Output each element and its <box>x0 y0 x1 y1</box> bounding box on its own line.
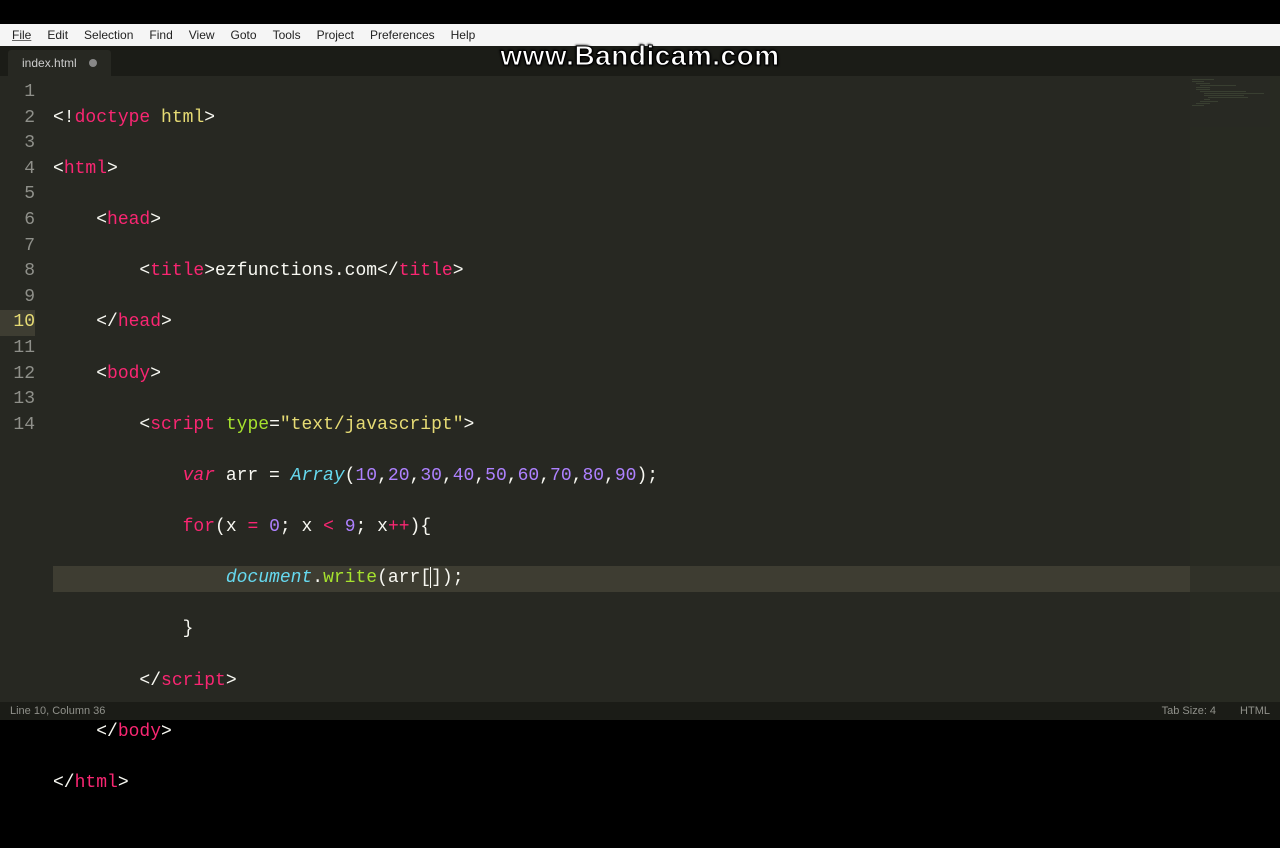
line-number: 4 <box>0 157 35 183</box>
menu-bar: File Edit Selection Find View Goto Tools… <box>0 24 1280 46</box>
menu-help[interactable]: Help <box>443 26 484 44</box>
tab-label: index.html <box>22 56 77 70</box>
minimap[interactable] <box>1190 76 1280 702</box>
menu-preferences[interactable]: Preferences <box>362 26 443 44</box>
line-number: 2 <box>0 106 35 132</box>
line-number: 8 <box>0 259 35 285</box>
line-number: 3 <box>0 131 35 157</box>
menu-view[interactable]: View <box>181 26 223 44</box>
editor-area: 1 2 3 4 5 6 7 8 9 10 11 12 13 14 <!docty… <box>0 76 1280 702</box>
menu-edit[interactable]: Edit <box>39 26 76 44</box>
menu-selection[interactable]: Selection <box>76 26 141 44</box>
tab-bar: index.html <box>0 46 1280 76</box>
tab-index-html[interactable]: index.html <box>8 50 111 76</box>
status-language[interactable]: HTML <box>1240 705 1270 717</box>
line-number: 12 <box>0 362 35 388</box>
line-number: 5 <box>0 182 35 208</box>
line-number: 1 <box>0 80 35 106</box>
line-number: 11 <box>0 336 35 362</box>
line-number: 7 <box>0 234 35 260</box>
code-area[interactable]: <!doctype html> <html> <head> <title>ezf… <box>45 76 1280 702</box>
line-number: 10 <box>0 310 35 336</box>
line-number: 9 <box>0 285 35 311</box>
line-number: 13 <box>0 387 35 413</box>
menu-find[interactable]: Find <box>141 26 180 44</box>
line-gutter: 1 2 3 4 5 6 7 8 9 10 11 12 13 14 <box>0 76 45 702</box>
dirty-indicator-icon <box>89 59 97 67</box>
status-position[interactable]: Line 10, Column 36 <box>10 705 105 717</box>
menu-goto[interactable]: Goto <box>223 26 265 44</box>
status-bar: Line 10, Column 36 Tab Size: 4 HTML <box>0 702 1280 720</box>
status-tabsize[interactable]: Tab Size: 4 <box>1162 705 1216 717</box>
line-number: 14 <box>0 413 35 439</box>
menu-tools[interactable]: Tools <box>265 26 309 44</box>
menu-file[interactable]: File <box>4 26 39 44</box>
line-number: 6 <box>0 208 35 234</box>
menu-project[interactable]: Project <box>309 26 362 44</box>
editor-window: File Edit Selection Find View Goto Tools… <box>0 24 1280 720</box>
